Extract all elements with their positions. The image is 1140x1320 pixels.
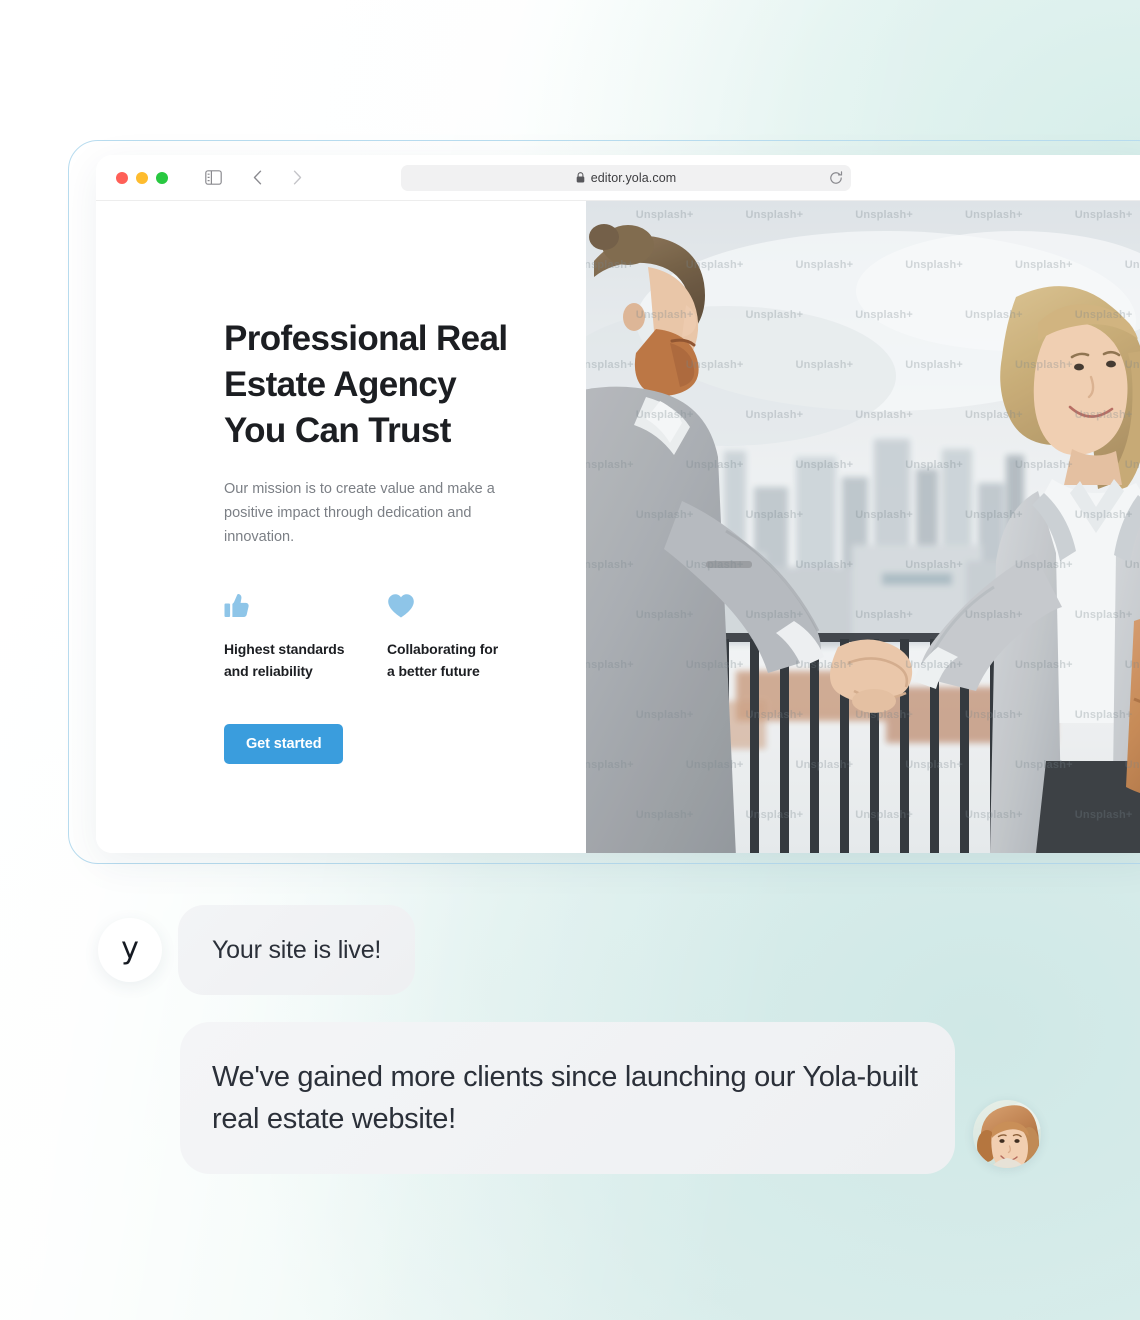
traffic-lights (116, 171, 168, 184)
chat-message-yola: y Your site is live! (98, 905, 416, 995)
browser-toolbar: editor.yola.com (96, 155, 1140, 201)
hero-photo (586, 201, 1140, 853)
hero-title-line-1: Professional Real (224, 319, 508, 358)
feature-list: Highest standards and reliability Collab… (224, 589, 586, 682)
customer-photo-avatar (973, 1100, 1041, 1168)
heart-icon (387, 589, 550, 619)
yola-logo-avatar: y (98, 918, 162, 982)
feature-item-collaboration: Collaborating for a better future (387, 589, 550, 682)
hero-title: Professional Real Estate Agency You Can … (224, 316, 554, 454)
hero-title-line-2: Estate Agency (224, 365, 457, 404)
navigation-controls (200, 165, 310, 191)
chat-bubble-site-live: Your site is live! (178, 905, 416, 995)
feature-label-standards-line-2: and reliability (224, 663, 313, 679)
minimize-window-button[interactable] (136, 171, 148, 184)
hero-subtitle: Our mission is to create value and make … (224, 481, 495, 545)
url-text: editor.yola.com (590, 170, 677, 185)
lock-icon (576, 172, 585, 183)
site-preview: Professional Real Estate Agency You Can … (96, 201, 1140, 853)
address-bar[interactable]: editor.yola.com (401, 164, 851, 191)
feature-label-standards-line-1: Highest standards (224, 641, 345, 657)
hero-photo-illustration (586, 201, 1140, 853)
feature-label-standards: Highest standards and reliability (224, 638, 387, 682)
thumbs-up-icon (224, 589, 387, 619)
address-bar-content: editor.yola.com (576, 171, 677, 185)
chat-message-customer: We've gained more clients since launchin… (180, 1022, 1041, 1174)
feature-label-collaboration: Collaborating for a better future (387, 638, 550, 682)
browser-window: editor.yola.com Professional Real Estate… (96, 155, 1140, 853)
maximize-window-button[interactable] (156, 171, 168, 184)
close-window-button[interactable] (116, 171, 128, 184)
back-button[interactable] (244, 165, 270, 191)
feature-label-collaboration-line-2: a better future (387, 663, 480, 679)
chat-bubble-testimonial: We've gained more clients since launchin… (180, 1022, 955, 1174)
feature-label-collaboration-line-1: Collaborating for (387, 641, 499, 657)
forward-button[interactable] (284, 165, 310, 191)
hero-title-line-3: You Can Trust (224, 411, 451, 450)
customer-avatar-illustration (973, 1100, 1041, 1168)
reload-icon[interactable] (829, 170, 843, 185)
hero-image-column: Unsplash+ Unsplash+ Unsplash+ Unsplash+ … (586, 201, 1140, 853)
get-started-button[interactable]: Get started (224, 724, 344, 764)
hero-copy-column: Professional Real Estate Agency You Can … (96, 201, 586, 853)
sidebar-toggle-icon[interactable] (200, 165, 226, 191)
yola-logo-glyph: y (121, 931, 139, 966)
feature-item-standards: Highest standards and reliability (224, 589, 387, 682)
